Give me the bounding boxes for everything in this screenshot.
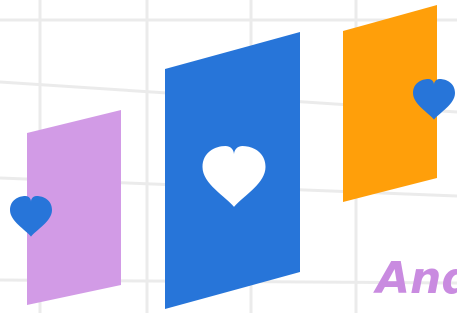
illustration: And — [0, 0, 457, 313]
card-orange — [343, 5, 455, 202]
card-blue — [165, 32, 300, 309]
card-lavender — [10, 110, 121, 305]
cropped-heading-text: And — [373, 253, 457, 304]
illustration-canvas: And — [0, 0, 457, 313]
